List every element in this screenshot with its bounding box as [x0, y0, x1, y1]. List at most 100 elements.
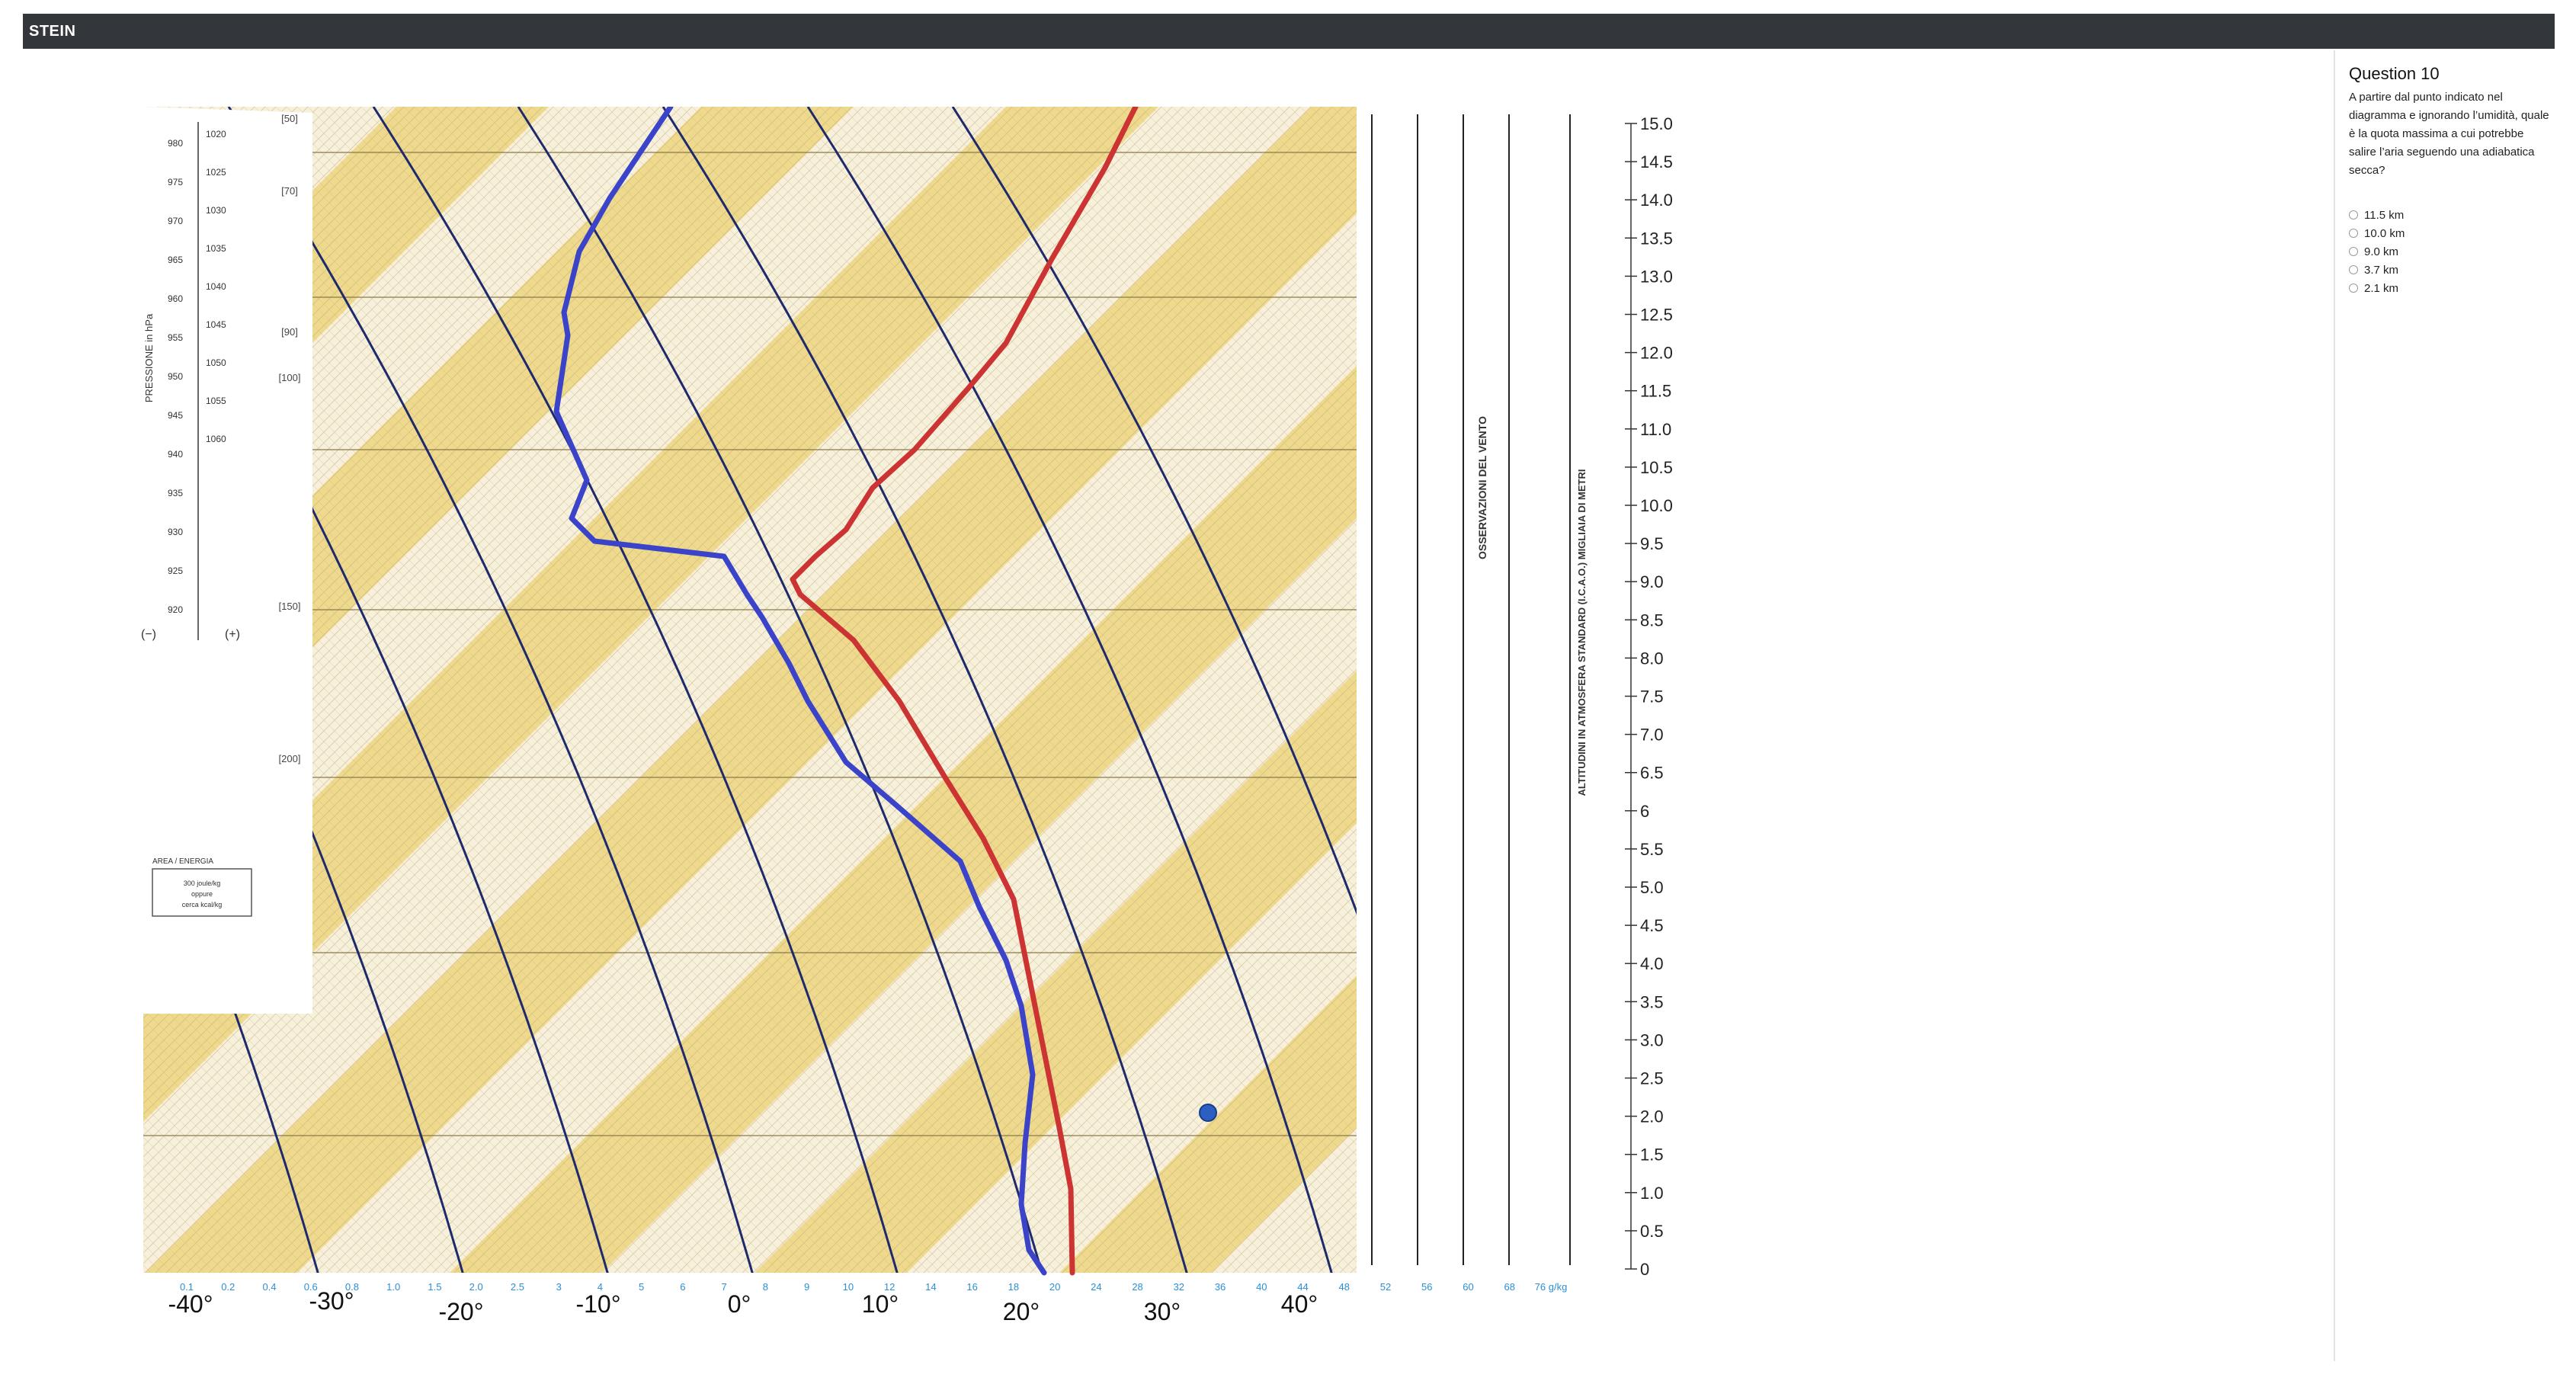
temperature-label: 40°	[1281, 1290, 1318, 1318]
bracket-label: [50]	[281, 113, 298, 124]
altitude-tick-label: 14.0	[1640, 191, 1673, 210]
bracket-label: [90]	[281, 326, 298, 338]
altitude-tick-label: 1.5	[1640, 1145, 1664, 1165]
pressure-tick-label: 980	[168, 138, 183, 149]
pressure-tick-label: 1025	[206, 167, 226, 178]
altitude-tick-label: 7.0	[1640, 726, 1664, 745]
radio-button[interactable]	[2349, 247, 2358, 256]
pressure-tick-label: 935	[168, 488, 183, 498]
altitude-tick-label: 8.5	[1640, 610, 1664, 630]
mixing-ratio-label: 76 g/kg	[1535, 1281, 1568, 1293]
mixing-ratio-label: 0.4	[262, 1281, 276, 1293]
mixing-ratio-label: 1.0	[386, 1281, 400, 1293]
altitude-tick-label: 9.5	[1640, 534, 1664, 553]
mixing-ratio-label: 8	[763, 1281, 768, 1293]
answer-option[interactable]: 11.5 km	[2349, 206, 2405, 224]
answer-option[interactable]: 3.7 km	[2349, 261, 2405, 279]
altitude-tick-label: 10.5	[1640, 458, 1673, 477]
mixing-ratio-label: 18	[1008, 1281, 1019, 1293]
diagram-canvas: 9809759709659609559509459409359309259201…	[141, 107, 1673, 1325]
altitude-tick-label: 12.5	[1640, 306, 1673, 325]
area-box-line1: 300 joule/kg	[184, 880, 221, 887]
pressure-tick-label: 1020	[206, 129, 226, 139]
bracket-label: [200]	[279, 753, 301, 764]
temperature-label: 30°	[1144, 1298, 1181, 1325]
pressure-tick-label: 940	[168, 449, 183, 460]
altitude-tick-label: 5.0	[1640, 878, 1664, 897]
mixing-ratio-label: 52	[1380, 1281, 1391, 1293]
mixing-ratio-label: 5	[639, 1281, 644, 1293]
pressure-tick-label: 1060	[206, 434, 226, 444]
mixing-ratio-label: 1.5	[428, 1281, 441, 1293]
altitude-tick-label: 15.0	[1640, 114, 1673, 133]
altitude-tick-label: 10.0	[1640, 496, 1673, 515]
pressure-tick-label: 1045	[206, 319, 226, 330]
pressure-tick-label: 1050	[206, 357, 226, 368]
pressure-scale: 980 975 970 965 960 955 950 945 940 935 930 925 920 1…	[168, 122, 226, 640]
temperature-label: -30°	[309, 1287, 354, 1315]
temperature-label: -10°	[575, 1290, 620, 1318]
altitude-tick-label: 14.5	[1640, 152, 1673, 171]
altitude-tick-label: 3.5	[1640, 992, 1664, 1011]
pressure-tick-label: 970	[168, 216, 183, 226]
answer-option-label: 3.7 km	[2364, 263, 2399, 277]
answer-option[interactable]: 10.0 km	[2349, 224, 2405, 242]
pressure-tick-label: 965	[168, 255, 183, 265]
altitude-tick-label: 13.0	[1640, 267, 1673, 286]
question-title: Question 10	[2349, 64, 2440, 83]
altitude-tick-label: 2.0	[1640, 1107, 1664, 1126]
altitude-tick-label: 3.0	[1640, 1030, 1664, 1049]
sign-minus: (−)	[141, 628, 156, 641]
altitude-tick-label: 4.5	[1640, 916, 1664, 935]
answer-option-label: 10.0 km	[2364, 226, 2405, 240]
mixing-ratio-label: 16	[966, 1281, 977, 1293]
pressure-tick-label: 930	[168, 527, 183, 537]
area-box-line2: oppure	[191, 890, 213, 898]
question-text: A partire dal punto indicato nel diagram…	[2349, 91, 2549, 177]
altitude-tick-label: 5.5	[1640, 840, 1664, 859]
altitude-tick-label: 11.0	[1640, 420, 1671, 439]
top-bar: STEIN	[23, 14, 2555, 49]
mixing-ratio-label: 2.0	[469, 1281, 483, 1293]
mixing-ratio-label: 9	[804, 1281, 809, 1293]
radio-button[interactable]	[2349, 210, 2358, 219]
answer-option-label: 11.5 km	[2364, 208, 2405, 222]
radio-button[interactable]	[2349, 284, 2358, 293]
pressure-tick-label: 955	[168, 332, 183, 343]
wind-label: OSSERVAZIONI DEL VENTO	[1476, 416, 1488, 559]
answer-option[interactable]: 2.1 km	[2349, 279, 2405, 297]
mixing-ratio-label: 10	[843, 1281, 854, 1293]
answer-option-label: 2.1 km	[2364, 281, 2399, 295]
altitude-tick-label: 11.5	[1640, 382, 1671, 401]
altitude-tick-label: 8.0	[1640, 649, 1664, 668]
radio-button[interactable]	[2349, 229, 2358, 238]
temperature-label: 0°	[728, 1290, 751, 1318]
bracket-labels: [50] [70] [90] [100] [150] [200]	[279, 113, 301, 764]
altitude-scale: 15.0 14.5 14.0 13.5 13.0 12.5 12.0 11.5 11.0 10.5…	[1625, 114, 1673, 1279]
wind-column	[1371, 114, 1571, 1265]
temperature-label: 10°	[862, 1290, 899, 1318]
answer-option[interactable]: 9.0 km	[2349, 242, 2405, 261]
mixing-ratio-label: 40	[1256, 1281, 1267, 1293]
altitude-axis-label: ALTITUDINI IN ATMOSFERA STANDARD (I.C.A.…	[1576, 469, 1588, 796]
altitude-tick-label: 12.0	[1640, 344, 1673, 363]
mixing-ratio-label: 60	[1463, 1281, 1473, 1293]
mixing-ratio-label: 36	[1215, 1281, 1226, 1293]
altitude-tick-label: 4.0	[1640, 954, 1664, 973]
bracket-label: [150]	[279, 601, 301, 612]
altitude-tick-label: 1.0	[1640, 1184, 1664, 1203]
altitude-tick-label: 6.5	[1640, 764, 1664, 783]
altitude-tick-label: 13.5	[1640, 229, 1673, 248]
grid-hatching	[143, 107, 1357, 1273]
mixing-ratio-label: 56	[1421, 1281, 1432, 1293]
mixing-ratio-label: 68	[1504, 1281, 1515, 1293]
pressure-tick-label: 945	[168, 410, 183, 421]
mixing-ratio-label: 6	[680, 1281, 685, 1293]
altitude-tick-label: 6	[1640, 802, 1649, 821]
pressure-tick-label: 960	[168, 293, 183, 304]
area-energy-box: AREA / ENERGIA 300 joule/kg oppure cerca…	[152, 857, 252, 917]
pressure-tick-label: 975	[168, 177, 183, 187]
radio-button[interactable]	[2349, 265, 2358, 274]
mixing-ratio-label: 14	[925, 1281, 936, 1293]
mixing-ratio-label: 28	[1132, 1281, 1142, 1293]
